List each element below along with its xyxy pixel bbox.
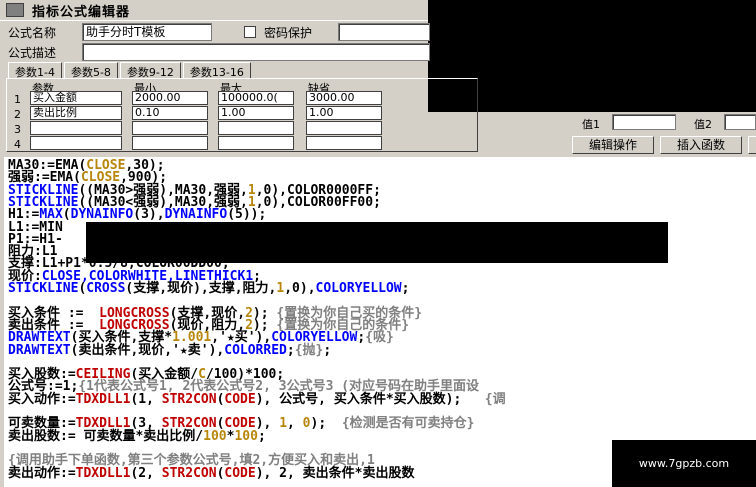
code-line: 卖出股数:= 可卖数量*卖出比例/100*100; <box>8 430 266 443</box>
param-name-cell[interactable] <box>30 136 122 150</box>
code-line: 卖出动作:=TDXDLL1(2, STR2CON(CODE), 2, 卖出条件*… <box>8 467 415 480</box>
param-row-number: 2 <box>14 108 21 121</box>
tab-params-1-4[interactable]: 参数1-4 <box>8 62 62 79</box>
code-token: (2, <box>130 465 162 481</box>
param-min-cell[interactable] <box>132 136 208 150</box>
code-token: ); <box>310 416 342 432</box>
param-default-cell[interactable]: 3000.00 <box>306 91 382 105</box>
tab-params-5-8[interactable]: 参数5-8 <box>63 62 118 79</box>
tab-params-9-12[interactable]: 参数9-12 <box>119 62 181 79</box>
password-protect-checkbox[interactable] <box>244 26 256 38</box>
window-title: 指标公式编辑器 <box>32 4 131 20</box>
code-token: TDXDLL1 <box>75 465 131 481</box>
password-protect-label: 密码保护 <box>264 26 313 40</box>
code-line: 买入动作:=TDXDLL1(1, STR2CON(CODE), 公式号, 买入条… <box>8 393 506 406</box>
formula-code-editor[interactable]: MA30:=EMA(CLOSE,30); 强弱:=EMA(CLOSE,900); S… <box>4 157 756 487</box>
param-name-cell[interactable]: 买入金额 <box>30 91 122 105</box>
code-token: 1 <box>279 416 288 432</box>
tab-params-13-16[interactable]: 参数13-16 <box>182 62 251 79</box>
param-row-number: 1 <box>14 93 21 106</box>
code-token: ; <box>401 281 410 296</box>
code-token: {调 <box>484 391 506 407</box>
code-token: TDXDLL1 <box>75 391 131 407</box>
code-token: 100 <box>234 428 258 444</box>
param-max-cell[interactable]: 100000.0( <box>218 91 294 105</box>
code-token: 买入动作:= <box>8 391 76 407</box>
code-line: DRAWTEXT(卖出条件,现价,'★卖'),COLORRED;{抛}; <box>8 344 331 357</box>
edit-operation-button[interactable]: 编辑操作 <box>572 136 654 154</box>
formula-editor-window: 指标公式编辑器 公式名称 助手分时T模板 密码保护 公式描述 参数1-4 参数5… <box>0 0 756 487</box>
code-token: COLORYELLOW <box>315 281 402 296</box>
code-token: ,0),COLOR00FF00; <box>255 194 381 210</box>
redacted-area-code <box>86 222 668 263</box>
param-max-cell[interactable] <box>218 136 294 150</box>
value2-input[interactable] <box>724 114 756 130</box>
code-token: ), 公式号, 买入条件*买入股数); <box>255 391 485 407</box>
code-token: COLORRED <box>224 342 287 358</box>
extra-button[interactable] <box>748 136 756 154</box>
param-max-cell[interactable] <box>218 121 294 135</box>
code-token: {检测是否有可卖持仓} <box>341 416 475 432</box>
formula-desc-input[interactable] <box>82 43 430 61</box>
app-icon <box>6 3 24 17</box>
code-token: ; <box>286 342 295 358</box>
code-token: (3), <box>133 207 165 223</box>
code-token: 卖出动作:= <box>8 465 76 481</box>
code-token: 100 <box>203 428 227 444</box>
value1-label: 值1 <box>582 118 600 131</box>
param-default-cell[interactable]: 1.00 <box>306 106 382 120</box>
code-token: CROSS <box>86 281 126 296</box>
code-token: ( <box>62 207 71 223</box>
insert-function-button[interactable]: 插入函数 <box>660 136 742 154</box>
param-row-number: 4 <box>14 138 21 151</box>
code-token: CODE <box>224 391 256 407</box>
code-token: {抛} <box>294 342 324 358</box>
code-token: ,0), <box>284 281 316 296</box>
code-token: ; <box>357 330 366 346</box>
param-min-cell[interactable]: 2000.00 <box>132 91 208 105</box>
param-max-cell[interactable]: 1.00 <box>218 106 294 120</box>
code-token: STR2CON <box>161 391 217 407</box>
param-min-cell[interactable]: 0.10 <box>132 106 208 120</box>
param-tabs: 参数1-4 参数5-8 参数9-12 参数13-16 <box>8 62 253 79</box>
code-token: 卖出股数:= 可卖数量*卖出比例/ <box>8 428 204 444</box>
code-token: CODE <box>224 465 256 481</box>
code-token: DRAWTEXT <box>8 342 71 358</box>
code-token: DYNAINFO <box>164 207 228 223</box>
code-token: DYNAINFO <box>70 207 134 223</box>
code-token: ; <box>323 342 332 358</box>
password-input[interactable] <box>338 23 430 41</box>
formula-name-input[interactable]: 助手分时T模板 <box>82 23 212 41</box>
code-token: ), 2, 卖出条件*卖出股数 <box>255 465 415 481</box>
value2-label: 值2 <box>694 118 712 131</box>
code-token: STICKLINE <box>8 281 79 296</box>
code-token: (5)); <box>227 207 267 223</box>
code-token: (1, <box>130 391 162 407</box>
param-min-cell[interactable] <box>132 121 208 135</box>
param-row-number: 3 <box>14 123 21 136</box>
code-token: (支撑,现价),支撑,阻力, <box>125 281 277 296</box>
watermark: www.7gpzb.com <box>612 440 756 487</box>
param-name-cell[interactable]: 卖出比例 <box>30 106 122 120</box>
code-token: 0 <box>302 416 311 432</box>
title-bar: 指标公式编辑器 <box>0 0 430 21</box>
code-token: (卖出条件,现价,'★卖'), <box>70 342 225 358</box>
formula-desc-label: 公式描述 <box>8 46 57 60</box>
param-default-cell[interactable] <box>306 136 382 150</box>
param-name-cell[interactable] <box>30 121 122 135</box>
code-token: , <box>287 416 303 432</box>
code-token: STR2CON <box>161 465 217 481</box>
code-token: ; <box>257 428 266 444</box>
param-default-cell[interactable] <box>306 121 382 135</box>
code-token: {吸} <box>365 330 394 346</box>
code-line: STICKLINE(CROSS(支撑,现价),支撑,阻力,1,0),COLORY… <box>8 282 409 295</box>
value1-input[interactable] <box>612 114 676 130</box>
formula-name-label: 公式名称 <box>8 26 57 40</box>
